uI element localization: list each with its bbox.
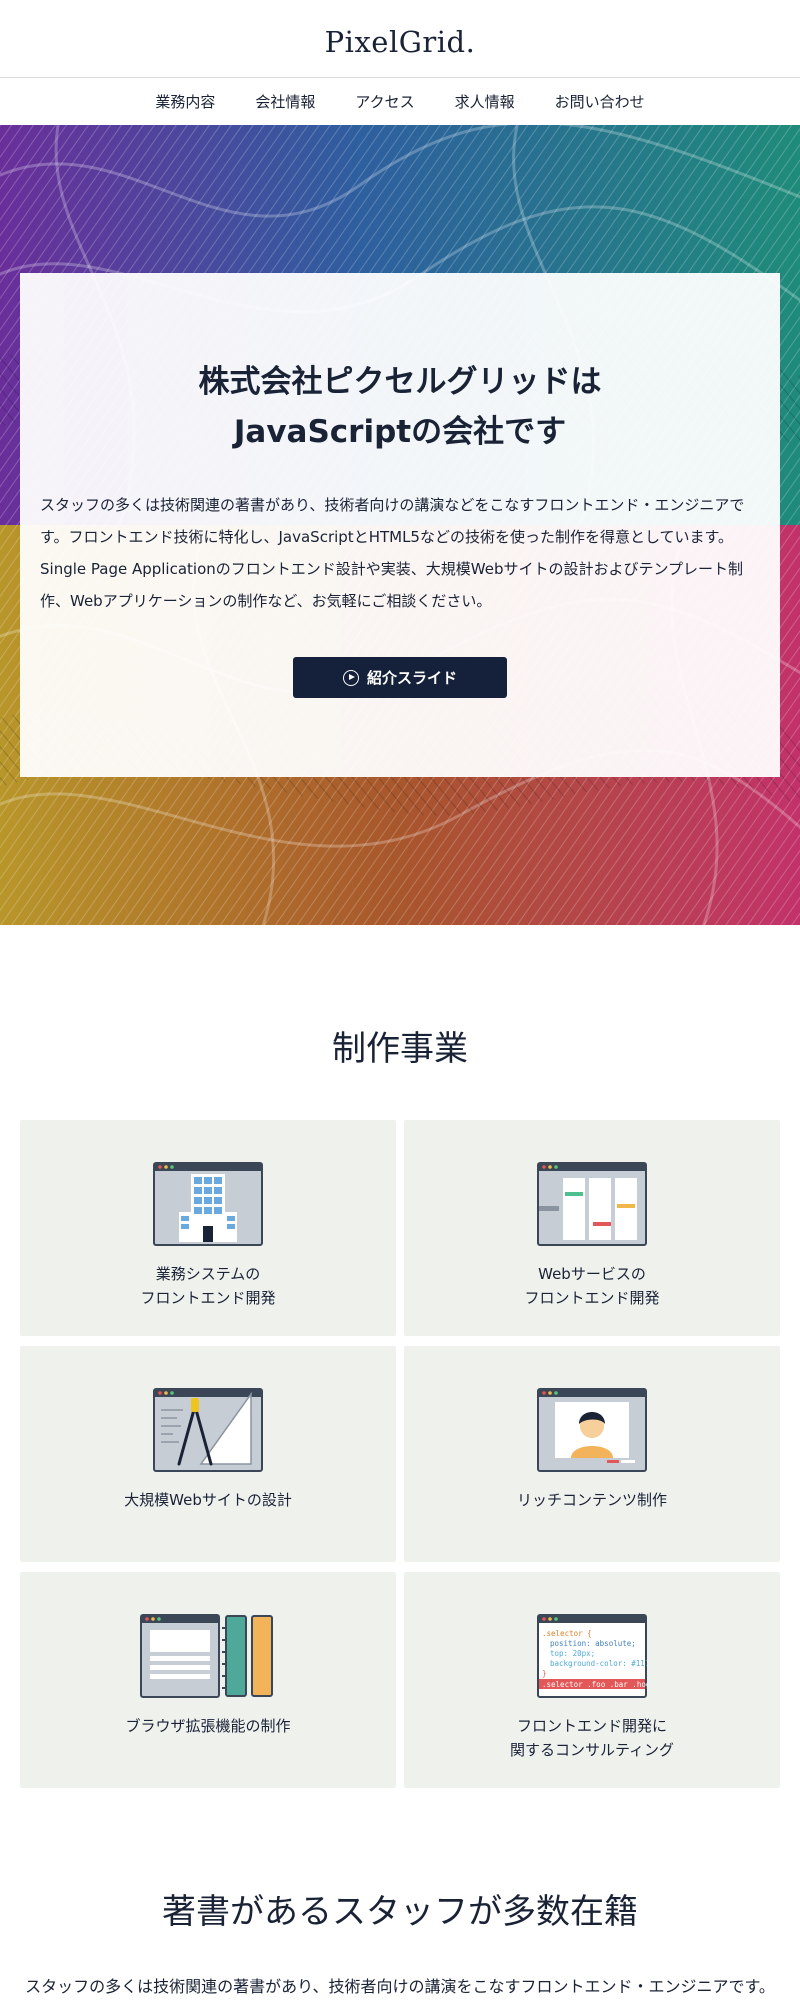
services-section: 制作事業 業務システムの フロントエンド開発 Webサービスの フロントエンド開… xyxy=(0,925,800,1788)
nav-item-services[interactable]: 業務内容 xyxy=(135,91,235,112)
user-avatar-icon xyxy=(537,1388,647,1472)
site-header: PixelGrid. xyxy=(0,0,800,78)
intro-slide-button-label: 紹介スライド xyxy=(366,669,457,687)
hero-title-line-1: 株式会社ピクセルグリッドは xyxy=(198,364,602,400)
service-card[interactable]: .selector { position: absolute; top: 20p… xyxy=(404,1572,780,1788)
nav-item-contact[interactable]: お問い合わせ xyxy=(535,91,665,112)
compass-ruler-icon xyxy=(153,1388,263,1472)
code-line: position: absolute; xyxy=(550,1639,636,1648)
play-circle-icon xyxy=(342,669,359,686)
service-label: リッチコンテンツ制作 xyxy=(516,1491,667,1509)
code-line: .selector .foo .bar .hog xyxy=(542,1680,647,1689)
intro-slide-button[interactable]: 紹介スライド xyxy=(293,657,507,698)
service-label: ブラウザ拡張機能の制作 xyxy=(125,1717,291,1735)
code-line: background-color: #111 xyxy=(550,1659,647,1668)
site-logo[interactable]: PixelGrid. xyxy=(325,25,476,59)
service-card[interactable]: Webサービスの フロントエンド開発 xyxy=(404,1120,780,1336)
books-title: 著書があるスタッフが多数在籍 xyxy=(162,1892,638,1932)
hero-description: スタッフの多くは技術関連の著書があり、技術者向けの講演などをこなすフロントエンド… xyxy=(40,496,745,610)
service-label: Webサービスの フロントエンド開発 xyxy=(524,1265,660,1307)
global-nav: 業務内容 会社情報 アクセス 求人情報 お問い合わせ xyxy=(0,78,800,125)
code-line: top: 20px; xyxy=(550,1649,595,1658)
nav-item-recruit[interactable]: 求人情報 xyxy=(435,91,535,112)
service-label: フロントエンド開発に 関するコンサルティング xyxy=(509,1717,675,1759)
books-section: 著書があるスタッフが多数在籍 スタッフの多くは技術関連の著書があり、技術者向けの… xyxy=(0,1788,800,2000)
books-description: スタッフの多くは技術関連の著書があり、技術者向けの講演をこなすフロントエンド・エ… xyxy=(25,1977,775,1996)
office-building-icon xyxy=(153,1162,263,1246)
service-card[interactable]: 業務システムの フロントエンド開発 xyxy=(20,1120,396,1336)
service-label: 大規模Webサイトの設計 xyxy=(124,1491,292,1509)
web-service-columns-icon xyxy=(537,1162,647,1246)
service-grid: 業務システムの フロントエンド開発 Webサービスの フロントエンド開発 大規模… xyxy=(20,1120,780,1788)
hero-title-line-2: JavaScriptの会社です xyxy=(233,414,567,450)
hero-card: 株式会社ピクセルグリッドは JavaScriptの会社です スタッフの多くは技術… xyxy=(20,273,780,777)
browser-extension-icon xyxy=(140,1614,273,1698)
code-editor-icon: .selector { position: absolute; top: 20p… xyxy=(537,1614,647,1698)
service-card[interactable]: ブラウザ拡張機能の制作 xyxy=(20,1572,396,1788)
nav-item-access[interactable]: アクセス xyxy=(335,91,434,112)
code-line: } xyxy=(542,1669,547,1678)
hero-section: 株式会社ピクセルグリッドは JavaScriptの会社です スタッフの多くは技術… xyxy=(0,125,800,925)
code-line: .selector { xyxy=(542,1629,592,1638)
service-card[interactable]: リッチコンテンツ制作 xyxy=(404,1346,780,1562)
hero-title: 株式会社ピクセルグリッドは JavaScriptの会社です xyxy=(40,357,760,457)
nav-item-company[interactable]: 会社情報 xyxy=(235,91,335,112)
services-title: 制作事業 xyxy=(332,1029,468,1069)
service-label: 業務システムの フロントエンド開発 xyxy=(140,1265,276,1307)
service-card[interactable]: 大規模Webサイトの設計 xyxy=(20,1346,396,1562)
